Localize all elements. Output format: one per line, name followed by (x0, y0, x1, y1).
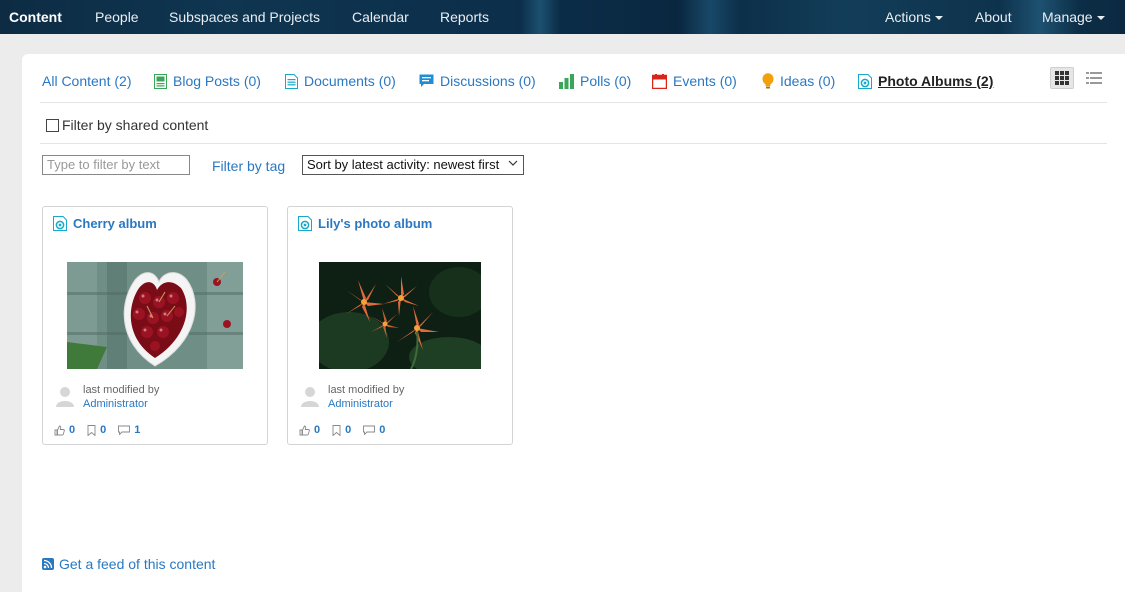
sort-select-value: Sort by latest activity: newest first (307, 157, 500, 172)
like-count-value: 0 (314, 424, 321, 436)
tab-label: Documents (0) (304, 73, 396, 89)
list-view-button[interactable] (1082, 67, 1106, 89)
tab-label: Polls (0) (580, 73, 632, 89)
thumbs-up-icon (299, 425, 310, 435)
lily-photo (319, 262, 481, 369)
modified-info: last modified by Administrator (53, 383, 253, 415)
like-count[interactable]: 0 (299, 424, 320, 436)
idea-icon (762, 73, 774, 89)
nav-background-streak (680, 0, 740, 34)
photo-album-icon (53, 216, 67, 231)
album-title-link[interactable]: Cherry album (53, 216, 157, 231)
tab-label: Events (0) (673, 73, 737, 89)
actions-menu[interactable]: Actions (885, 0, 943, 34)
filter-by-tag-link[interactable]: Filter by tag (212, 158, 285, 174)
sort-select[interactable]: Sort by latest activity: newest first (302, 155, 524, 175)
tab-polls[interactable]: Polls (0) (559, 71, 631, 91)
tab-label: Photo Albums (2) (878, 73, 994, 89)
document-icon (285, 73, 298, 89)
tab-discussions[interactable]: Discussions (0) (419, 71, 536, 91)
poll-icon (559, 73, 574, 89)
actions-menu-label: Actions (885, 9, 931, 25)
filter-shared-checkbox[interactable]: Filter by shared content (46, 117, 208, 133)
tab-label: Blog Posts (0) (173, 73, 261, 89)
nav-item-reports[interactable]: Reports (440, 0, 489, 34)
thumbs-up-icon (54, 425, 65, 435)
content-feed-link[interactable]: Get a feed of this content (42, 556, 215, 572)
avatar (301, 387, 319, 407)
album-thumbnail[interactable] (319, 262, 481, 369)
caret-down-icon (1096, 16, 1105, 21)
modified-label: last modified by (328, 384, 405, 396)
manage-menu[interactable]: Manage (1042, 0, 1105, 34)
album-title: Lily's photo album (318, 216, 433, 231)
top-navigation-bar: Content People Subspaces and Projects Ca… (0, 0, 1125, 34)
manage-menu-label: Manage (1042, 9, 1093, 25)
like-count-value: 0 (69, 424, 76, 436)
comment-count[interactable]: 1 (118, 424, 140, 436)
filter-text-input[interactable]: Type to filter by text (42, 155, 190, 175)
modified-info: last modified by Administrator (298, 383, 498, 415)
album-title-link[interactable]: Lily's photo album (298, 216, 432, 231)
tab-ideas[interactable]: Ideas (0) (762, 71, 835, 91)
tab-label: Discussions (0) (440, 73, 536, 89)
tab-label: All Content (2) (42, 73, 132, 89)
rss-feed-icon (42, 558, 54, 570)
nav-background-streak (520, 0, 560, 34)
avatar (56, 387, 74, 407)
blog-icon (154, 73, 167, 89)
caret-down-icon (934, 16, 943, 21)
feed-label: Get a feed of this content (59, 556, 216, 572)
photo-album-icon (858, 73, 872, 89)
tab-label: Ideas (0) (780, 73, 836, 89)
divider (40, 102, 1107, 103)
nav-item-about[interactable]: About (975, 0, 1012, 34)
modified-label: last modified by (83, 384, 160, 396)
discussion-icon (419, 74, 434, 87)
bookmark-count[interactable]: 0 (87, 424, 106, 436)
comment-count-value: 1 (134, 424, 141, 436)
nav-item-content[interactable]: Content (9, 0, 62, 34)
cherry-photo (67, 262, 243, 369)
bookmark-count-value: 0 (345, 424, 352, 436)
comment-icon (118, 425, 131, 435)
album-card[interactable]: Lily's photo album last modified by Admi… (287, 206, 513, 445)
grid-view-icon (1055, 71, 1069, 85)
tab-documents[interactable]: Documents (0) (285, 71, 396, 91)
divider (40, 143, 1107, 144)
tab-photo-albums[interactable]: Photo Albums (2) (858, 71, 993, 91)
content-panel: All Content (2) Blog Posts (0) Documents… (22, 54, 1125, 592)
album-title: Cherry album (73, 216, 157, 231)
tab-blog-posts[interactable]: Blog Posts (0) (154, 71, 261, 91)
bookmark-count[interactable]: 0 (332, 424, 351, 436)
comment-count-value: 0 (379, 424, 386, 436)
album-thumbnail[interactable] (67, 262, 243, 369)
checkbox-box[interactable] (46, 118, 59, 132)
bookmark-icon (87, 424, 96, 436)
modified-user-link[interactable]: Administrator (83, 398, 148, 410)
nav-item-calendar[interactable]: Calendar (352, 0, 409, 34)
list-view-icon (1086, 72, 1102, 84)
filter-shared-label: Filter by shared content (62, 117, 209, 133)
card-stats: 0 0 0 (299, 424, 397, 436)
chevron-down-icon (508, 160, 518, 166)
nav-item-subspaces-projects[interactable]: Subspaces and Projects (169, 0, 320, 34)
photo-album-icon (298, 216, 312, 231)
tab-all-content[interactable]: All Content (2) (42, 71, 131, 91)
grid-view-button[interactable] (1050, 67, 1074, 89)
bookmark-count-value: 0 (100, 424, 107, 436)
tab-events[interactable]: Events (0) (652, 71, 737, 91)
card-stats: 0 0 1 (54, 424, 152, 436)
comment-count[interactable]: 0 (363, 424, 385, 436)
album-card[interactable]: Cherry album last modified by Administra… (42, 206, 268, 445)
comment-icon (363, 425, 376, 435)
nav-item-people[interactable]: People (95, 0, 139, 34)
modified-user-link[interactable]: Administrator (328, 398, 393, 410)
event-icon (652, 73, 667, 89)
bookmark-icon (332, 424, 341, 436)
like-count[interactable]: 0 (54, 424, 75, 436)
